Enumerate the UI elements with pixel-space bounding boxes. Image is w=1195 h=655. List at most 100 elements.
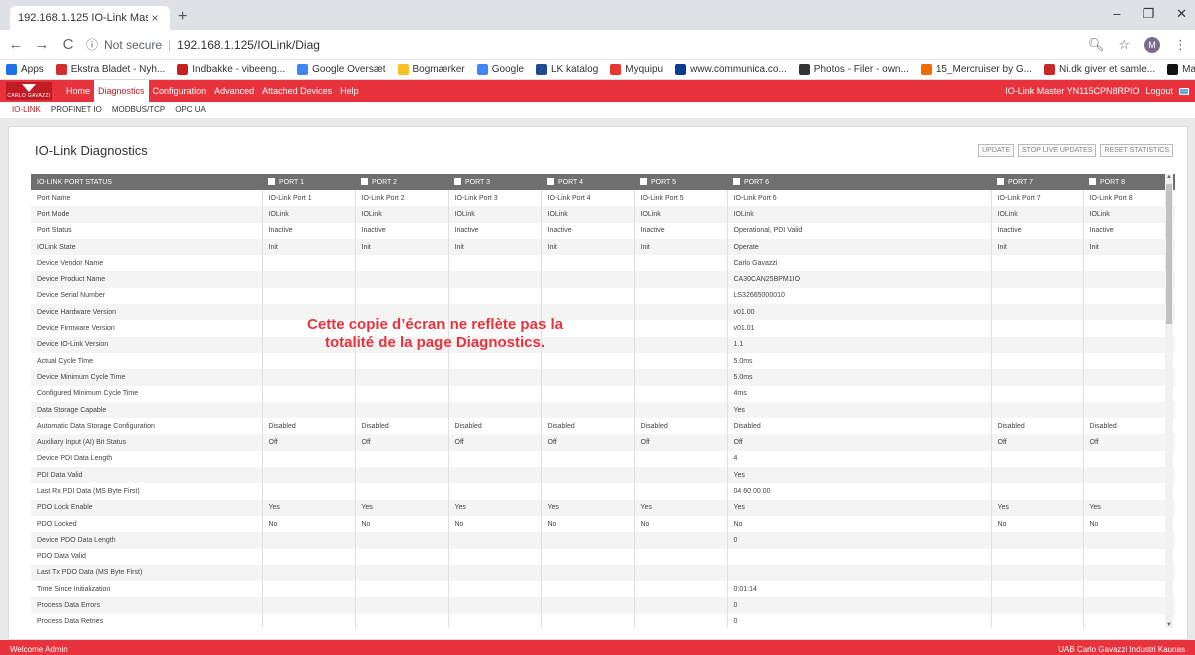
browser-tab[interactable]: 192.168.1.125 IO-Link Master: IO × xyxy=(10,6,170,30)
row-label: Device IO-Link Version xyxy=(31,336,263,353)
close-window-icon[interactable]: ✕ xyxy=(1176,6,1187,22)
table-cell xyxy=(355,564,449,582)
new-tab-icon[interactable]: + xyxy=(178,8,187,26)
bookmark-item[interactable]: www.communica.co... xyxy=(675,64,787,75)
table-cell: IOLink xyxy=(634,206,728,223)
bookmark-item[interactable]: Marine Louver Vents xyxy=(1167,64,1195,75)
header-port-2[interactable]: PORT 2 xyxy=(355,174,448,190)
table-scrollbar[interactable]: ▲ ▼ xyxy=(1165,174,1173,628)
table-row: PDO Data Valid xyxy=(31,548,1175,565)
app-footer: Welcome Admin UAB Carlo Gavazzi Industri… xyxy=(0,640,1195,655)
table-cell xyxy=(991,320,1084,337)
stop-live-updates-button[interactable]: STOP LIVE UPDATES xyxy=(1018,144,1097,157)
table-cell xyxy=(355,401,449,419)
table-cell xyxy=(991,532,1084,549)
nav-item-help[interactable]: Help xyxy=(336,80,363,102)
row-label: PDI Data Valid xyxy=(31,467,263,484)
forward-icon[interactable]: → xyxy=(34,36,50,53)
bookmark-item[interactable]: Ekstra Bladet - Nyh... xyxy=(55,64,165,75)
nav-item-advanced[interactable]: Advanced xyxy=(210,80,258,102)
port-checkbox-icon[interactable] xyxy=(1089,178,1096,185)
table-cell: Yes xyxy=(448,499,542,516)
header-port-4[interactable]: PORT 4 xyxy=(541,174,634,190)
port-checkbox-icon[interactable] xyxy=(454,178,461,185)
port-checkbox-icon[interactable] xyxy=(547,178,554,185)
back-icon[interactable]: ← xyxy=(8,36,24,53)
bookmark-item[interactable]: Google Oversæt xyxy=(297,64,386,75)
table-cell xyxy=(448,532,542,549)
scroll-down-icon[interactable]: ▼ xyxy=(1165,622,1173,628)
table-cell xyxy=(1083,271,1175,288)
nav-item-configuration[interactable]: Configuration xyxy=(149,80,211,102)
table-cell xyxy=(541,369,635,386)
table-cell xyxy=(262,401,356,419)
scroll-thumb[interactable] xyxy=(1166,184,1172,324)
zoom-icon[interactable]: 🔍︎ xyxy=(1088,37,1105,53)
reload-icon[interactable]: C xyxy=(60,36,76,53)
row-label: Device Serial Number xyxy=(31,287,263,305)
table-cell xyxy=(634,613,728,628)
table-cell xyxy=(448,581,542,598)
nav-item-attached-devices[interactable]: Attached Devices xyxy=(258,80,336,102)
menu-kebab-icon[interactable]: ⋮ xyxy=(1174,37,1187,53)
bookmark-item[interactable]: 15_Mercruiser by G... xyxy=(920,64,1032,75)
table-row: Device Product Name CA30CAN25BPM1IO xyxy=(31,271,1175,288)
url-text[interactable]: 192.168.1.125/IOLink/Diag xyxy=(177,38,320,52)
maximize-icon[interactable]: ❐ xyxy=(1142,6,1154,22)
update-button[interactable]: UPDATE xyxy=(978,144,1014,157)
bookmark-item[interactable]: Myquipu xyxy=(610,64,663,75)
subnav-item-io-link[interactable]: IO-LINK xyxy=(12,105,41,114)
port-checkbox-icon[interactable] xyxy=(733,178,740,185)
bookmark-item[interactable]: Bogmærker xyxy=(397,64,465,75)
header-port-5[interactable]: PORT 5 xyxy=(634,174,727,190)
bookmark-item[interactable]: Indbakke - vibeeng... xyxy=(177,64,285,75)
port-checkbox-icon[interactable] xyxy=(640,178,647,185)
table-cell xyxy=(634,548,728,565)
subnav-item-profinet-io[interactable]: PROFINET IO xyxy=(51,105,102,114)
note-line-1: Cette copie d’écran ne reflète pas la xyxy=(307,316,563,333)
table-cell xyxy=(355,352,449,370)
header-port-status: IO-LINK PORT STATUS xyxy=(31,174,262,190)
table-cell xyxy=(262,613,356,628)
minimize-icon[interactable]: – xyxy=(1113,6,1120,22)
table-cell xyxy=(727,564,992,582)
table-cell xyxy=(355,450,449,468)
table-cell xyxy=(1083,548,1175,565)
nav-item-home[interactable]: Home xyxy=(62,80,94,102)
bookmark-item[interactable]: Photos - Filer - own... xyxy=(798,64,909,75)
tab-close-icon[interactable]: × xyxy=(148,11,162,25)
bookmark-favicon-icon xyxy=(397,64,409,75)
table-cell: Disabled xyxy=(727,418,992,435)
reset-statistics-button[interactable]: RESET STATISTICS xyxy=(1100,144,1173,157)
table-cell: Disabled xyxy=(991,418,1084,435)
bookmark-item[interactable]: LK katalog xyxy=(536,64,598,75)
nav-item-diagnostics[interactable]: Diagnostics xyxy=(94,80,149,102)
bookmark-item[interactable]: Google xyxy=(476,64,524,75)
table-row: Device PDI Data Length 4 xyxy=(31,450,1175,468)
subnav-item-modbus-tcp[interactable]: MODBUS/TCP xyxy=(112,105,165,114)
scroll-up-icon[interactable]: ▲ xyxy=(1165,174,1173,180)
subnav-item-opc-ua[interactable]: OPC UA xyxy=(175,105,206,114)
header-port-6[interactable]: PORT 6 xyxy=(727,174,991,190)
row-label: Device Firmware Version xyxy=(31,320,263,337)
port-checkbox-icon[interactable] xyxy=(997,178,1004,185)
table-row: Actual Cycle Time 5.0ms xyxy=(31,352,1175,370)
url-omnibox[interactable]: ⓘ Not secure | 192.168.1.125/IOLink/Diag xyxy=(86,34,1078,56)
port-checkbox-icon[interactable] xyxy=(361,178,368,185)
bookmark-item[interactable]: Apps xyxy=(6,64,44,75)
company-logo: CARLO GAVAZZI xyxy=(6,82,52,100)
logout-link[interactable]: Logout xyxy=(1145,86,1173,96)
header-port-3[interactable]: PORT 3 xyxy=(448,174,541,190)
port-checkbox-icon[interactable] xyxy=(268,178,275,185)
header-port-1[interactable]: PORT 1 xyxy=(262,174,355,190)
profile-avatar[interactable]: M xyxy=(1144,36,1160,53)
info-icon[interactable]: ⓘ xyxy=(86,36,98,53)
header-port-8[interactable]: PORT 8 xyxy=(1083,174,1175,190)
table-cell xyxy=(634,255,728,272)
bookmark-item[interactable]: Ni.dk giver et samle... xyxy=(1043,64,1155,75)
table-cell xyxy=(1083,450,1175,468)
table-cell: Yes xyxy=(727,499,992,516)
row-label: Device Minimum Cycle Time xyxy=(31,369,263,386)
star-icon[interactable]: ☆ xyxy=(1118,37,1130,53)
header-port-7[interactable]: PORT 7 xyxy=(991,174,1083,190)
